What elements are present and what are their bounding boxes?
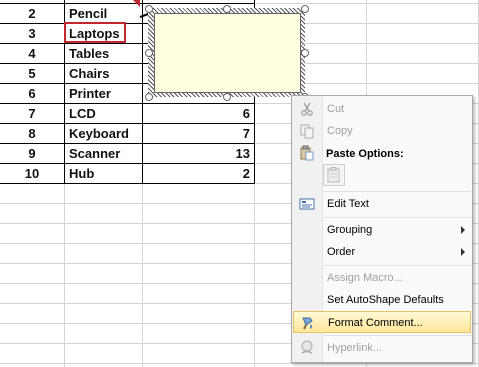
item-cell[interactable]: Printer — [64, 84, 142, 104]
edit-text-icon — [299, 198, 315, 210]
table-border — [0, 3, 254, 4]
context-menu[interactable]: Cut Copy Paste Options: Edit Text Groupi… — [291, 95, 473, 363]
gridline — [64, 183, 65, 367]
table-border — [0, 143, 254, 144]
table-border — [0, 103, 254, 104]
scissors-icon — [301, 102, 313, 116]
value-cell[interactable]: 13 — [142, 144, 254, 164]
row-number: 2 — [28, 6, 36, 21]
submenu-arrow-icon — [461, 248, 465, 256]
menu-item-copy[interactable]: Copy — [293, 120, 471, 142]
row-number: 3 — [28, 26, 36, 41]
row-number: 6 — [28, 86, 36, 101]
menu-item-label: Copy — [327, 125, 353, 137]
table-border — [0, 183, 254, 184]
paste-icon — [327, 167, 340, 183]
row-number: 10 — [24, 166, 40, 181]
gridline — [0, 363, 479, 364]
menu-item-label: Order — [327, 246, 356, 258]
menu-separator — [324, 265, 471, 266]
row-number: 7 — [28, 106, 36, 121]
value-cell[interactable]: 7 — [142, 124, 254, 144]
menu-item-label: Edit Text — [327, 198, 369, 210]
value-cell[interactable]: 6 — [142, 104, 254, 124]
menu-item-label: Assign Macro... — [327, 272, 403, 284]
resize-handle[interactable] — [145, 5, 153, 13]
item-cell[interactable]: Keyboard — [64, 124, 142, 144]
row-number: 4 — [28, 46, 36, 61]
menu-item-label: Format Comment... — [328, 317, 423, 329]
menu-item-cut[interactable]: Cut — [293, 98, 471, 120]
menu-item-hyperlink[interactable]: Hyperlink... — [293, 337, 471, 359]
copy-icon — [300, 124, 314, 139]
menu-separator — [324, 217, 471, 218]
paste-options-header: Paste Options: — [326, 148, 404, 160]
row-number: 8 — [28, 126, 36, 141]
menu-separator — [324, 335, 471, 336]
menu-item-label: Hyperlink... — [327, 342, 383, 354]
menu-item-grouping[interactable]: Grouping — [293, 219, 471, 241]
row-number: 5 — [28, 66, 36, 81]
menu-item-format-comment[interactable]: Format Comment... — [293, 311, 471, 333]
row-number: 9 — [28, 146, 36, 161]
menu-item-label: Cut — [327, 103, 345, 115]
comment-indicator-icon — [133, 0, 140, 7]
menu-item-label: Set AutoShape Defaults — [327, 294, 444, 306]
format-paint-icon — [302, 317, 313, 330]
menu-item-set-autoshape-defaults[interactable]: Set AutoShape Defaults — [293, 289, 471, 311]
table-border — [0, 123, 254, 124]
clipboard-icon — [300, 145, 314, 161]
table-border — [142, 0, 143, 184]
resize-handle[interactable] — [145, 93, 153, 101]
menu-item-edit-text[interactable]: Edit Text — [293, 193, 471, 215]
menu-item-order[interactable]: Order — [293, 241, 471, 263]
resize-handle[interactable] — [301, 49, 309, 57]
item-cell[interactable]: LCD — [64, 104, 142, 124]
comment-box[interactable] — [154, 13, 301, 93]
item-cell[interactable]: Hub — [64, 164, 142, 184]
item-cell[interactable]: Pencil — [64, 4, 142, 24]
menu-item-assign-macro[interactable]: Assign Macro... — [293, 267, 471, 289]
hyperlink-icon — [301, 340, 313, 354]
menu-item-label: Grouping — [327, 224, 373, 236]
value-cell[interactable]: 2 — [142, 164, 254, 184]
item-cell[interactable]: Chairs — [64, 64, 142, 84]
menu-separator — [324, 191, 471, 192]
item-cell[interactable]: Tables — [64, 44, 142, 64]
paste-option-button[interactable] — [323, 164, 345, 186]
resize-handle[interactable] — [223, 93, 231, 101]
active-cell-border — [64, 22, 126, 43]
submenu-arrow-icon — [461, 226, 465, 234]
table-border — [0, 163, 254, 164]
item-cell[interactable]: Scanner — [64, 144, 142, 164]
resize-handle[interactable] — [301, 5, 309, 13]
resize-handle[interactable] — [145, 49, 153, 57]
gridline — [142, 183, 143, 367]
resize-handle[interactable] — [223, 5, 231, 13]
